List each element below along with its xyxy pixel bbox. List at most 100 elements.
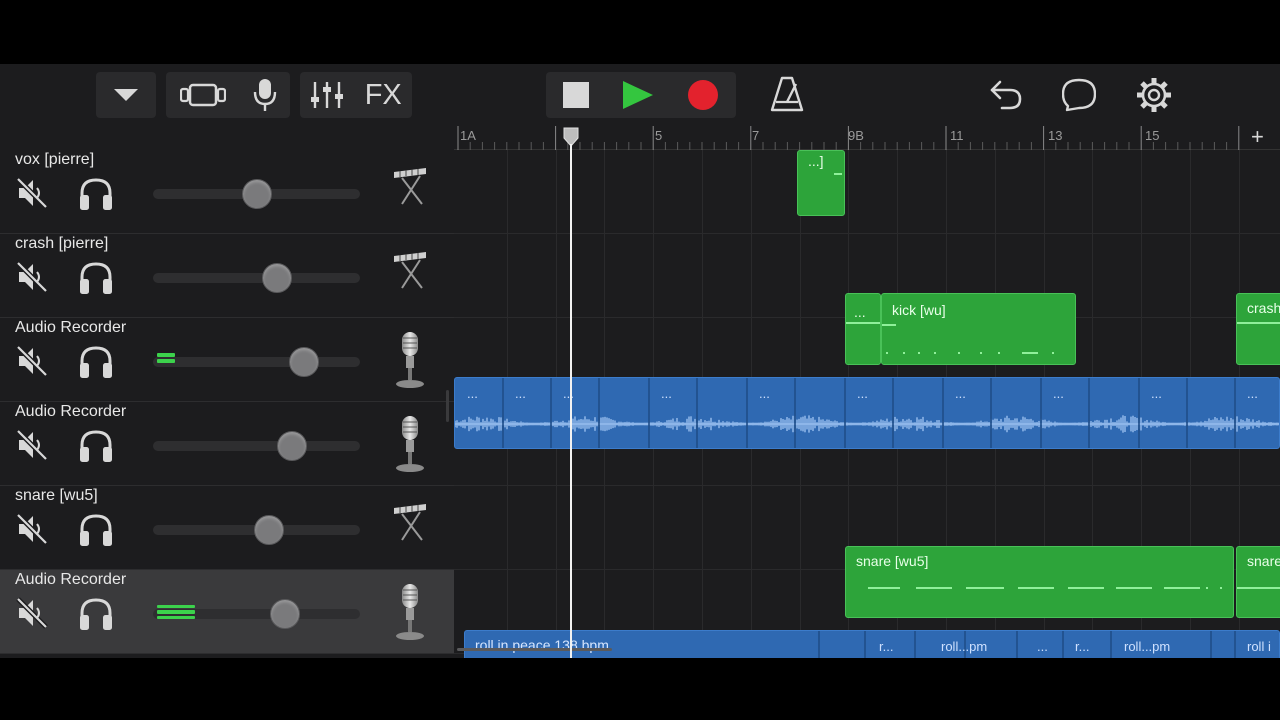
headphones-icon[interactable] bbox=[78, 177, 114, 211]
record-icon[interactable] bbox=[687, 79, 719, 111]
headphones-icon[interactable] bbox=[78, 261, 114, 295]
dropdown-arrow-icon bbox=[114, 89, 138, 101]
ruler-marker: 7 bbox=[752, 128, 760, 143]
region-label: ... bbox=[1053, 386, 1064, 401]
synth-keyboard-icon bbox=[394, 168, 426, 205]
microphone-icon bbox=[396, 332, 424, 388]
track-header-scrollbar[interactable] bbox=[446, 390, 449, 422]
mute-icon[interactable] bbox=[16, 345, 48, 377]
snare-region[interactable]: snare bbox=[1236, 546, 1280, 618]
ruler-marker: 11 bbox=[950, 128, 964, 143]
snare-region[interactable]: snare [wu5] bbox=[845, 546, 1234, 618]
region-label: ... bbox=[1037, 639, 1048, 654]
track-header[interactable]: vox [pierre] bbox=[0, 150, 454, 234]
track-headers: vox [pierre] crash [pierre] Audio Record… bbox=[0, 150, 454, 658]
microphone-icon[interactable] bbox=[253, 78, 277, 112]
volume-knob[interactable] bbox=[254, 515, 284, 545]
crash-region[interactable]: crash bbox=[1236, 293, 1280, 365]
region-label: r... bbox=[1075, 639, 1090, 654]
track-header[interactable]: snare [wu5] bbox=[0, 486, 454, 570]
mute-icon[interactable] bbox=[16, 261, 48, 293]
ruler-marker: 1A bbox=[460, 128, 476, 143]
mute-icon[interactable] bbox=[16, 597, 48, 629]
loop-browser-button[interactable] bbox=[1061, 78, 1098, 112]
region-label: ... bbox=[759, 386, 770, 401]
ruler-marker: 13 bbox=[1048, 128, 1063, 143]
synth-keyboard-icon bbox=[394, 504, 426, 541]
mute-icon[interactable] bbox=[16, 177, 48, 209]
metronome-button[interactable] bbox=[770, 76, 804, 114]
garageband-window: FX 1A 5 7 9B 11 13 15 + vox [pierre] cra… bbox=[0, 64, 1280, 658]
headphones-icon[interactable] bbox=[78, 345, 114, 379]
volume-slider[interactable] bbox=[153, 441, 360, 451]
region-label: snare bbox=[1247, 553, 1280, 569]
mixer-icon[interactable] bbox=[310, 80, 344, 110]
ruler-marker: 9B bbox=[848, 128, 864, 143]
midi-notes bbox=[868, 587, 1222, 589]
volume-knob[interactable] bbox=[270, 599, 300, 629]
region-label: ... bbox=[515, 386, 526, 401]
toolbar: FX bbox=[0, 64, 1280, 126]
track-header[interactable]: Audio Recorder bbox=[0, 318, 454, 402]
midi-region[interactable]: ...] bbox=[797, 150, 845, 216]
mixer-fx-group: FX bbox=[300, 72, 412, 118]
mute-icon[interactable] bbox=[16, 429, 48, 461]
track-header[interactable]: Audio Recorder bbox=[0, 402, 454, 486]
level-meter bbox=[157, 353, 175, 367]
volume-knob[interactable] bbox=[277, 431, 307, 461]
midi-note bbox=[846, 322, 880, 324]
track-name: crash [pierre] bbox=[15, 235, 109, 252]
volume-slider[interactable] bbox=[153, 357, 360, 367]
microphone-icon bbox=[396, 416, 424, 472]
headphones-icon[interactable] bbox=[78, 597, 114, 631]
undo-icon bbox=[990, 80, 1022, 110]
region-label: ...] bbox=[808, 153, 824, 169]
playhead[interactable] bbox=[561, 126, 581, 658]
midi-notes bbox=[882, 324, 1054, 354]
volume-knob[interactable] bbox=[262, 263, 292, 293]
region-label: roll...pm bbox=[941, 639, 988, 654]
fx-button[interactable]: FX bbox=[365, 79, 402, 112]
region-label: ... bbox=[1247, 386, 1258, 401]
ruler-marker: 15 bbox=[1145, 128, 1160, 143]
undo-button[interactable] bbox=[988, 80, 1024, 112]
midi-region[interactable]: ... bbox=[845, 293, 881, 365]
region-label: ... bbox=[854, 304, 866, 320]
volume-slider[interactable] bbox=[153, 273, 360, 283]
region-label: r... bbox=[879, 639, 894, 654]
midi-note bbox=[1237, 322, 1280, 324]
ruler-marker: 5 bbox=[655, 128, 663, 143]
region-label: ... bbox=[467, 386, 478, 401]
audio-region[interactable]: roll in peace 138 bpm r... roll...pm ...… bbox=[464, 630, 1280, 658]
stop-icon[interactable] bbox=[562, 82, 589, 108]
settings-icon bbox=[1137, 78, 1171, 112]
synth-keyboard-icon bbox=[394, 252, 426, 289]
headphones-icon[interactable] bbox=[78, 429, 114, 463]
loop-icon bbox=[1061, 78, 1097, 112]
region-label: ... bbox=[955, 386, 966, 401]
track-header[interactable]: crash [pierre] bbox=[0, 234, 454, 318]
region-label: ... bbox=[661, 386, 672, 401]
volume-knob[interactable] bbox=[242, 179, 272, 209]
track-name: Audio Recorder bbox=[15, 571, 127, 588]
mute-icon[interactable] bbox=[16, 513, 48, 545]
settings-button[interactable] bbox=[1136, 77, 1172, 113]
volume-knob[interactable] bbox=[289, 347, 319, 377]
browser-view-icon[interactable] bbox=[179, 83, 226, 107]
level-meter bbox=[157, 605, 195, 619]
add-section-button[interactable]: + bbox=[1251, 124, 1264, 150]
region-label: ... bbox=[1151, 386, 1162, 401]
play-icon[interactable] bbox=[622, 80, 654, 110]
headphones-icon[interactable] bbox=[78, 513, 114, 547]
microphone-icon bbox=[396, 584, 424, 640]
midi-note bbox=[834, 173, 842, 175]
region-label: roll i bbox=[1247, 639, 1271, 654]
kick-region[interactable]: kick [wu] bbox=[881, 293, 1076, 365]
horizontal-scrollbar[interactable] bbox=[457, 648, 612, 651]
track-name: Audio Recorder bbox=[15, 319, 127, 336]
region-label: roll...pm bbox=[1124, 639, 1171, 654]
midi-note bbox=[1237, 587, 1280, 589]
transport-controls bbox=[546, 72, 736, 118]
dropdown-arrow-button[interactable] bbox=[96, 72, 156, 118]
track-header[interactable]: Audio Recorder bbox=[0, 570, 454, 654]
